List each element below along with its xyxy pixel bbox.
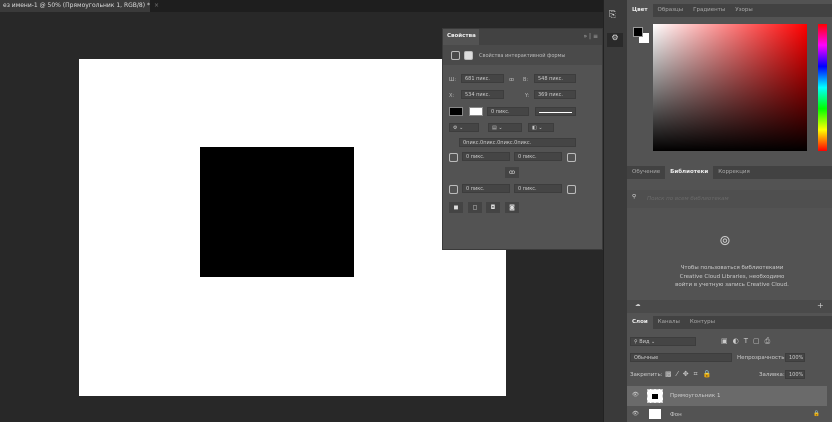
subtract-shapes-button[interactable]: ◻ xyxy=(468,202,482,213)
fill-swatch[interactable] xyxy=(449,107,463,116)
corner-radii-field[interactable]: 0пикс.0пикс.0пикс.0пикс. xyxy=(459,138,576,147)
link-corners-button[interactable]: ꝏ xyxy=(505,167,519,178)
layer-name[interactable]: Прямоугольник 1 xyxy=(670,393,720,399)
lock-label: Закрепить: xyxy=(630,372,663,378)
tab-gradients[interactable]: Градиенты xyxy=(688,4,730,17)
stroke-style-select[interactable] xyxy=(535,107,576,116)
link-icon[interactable]: ꝏ xyxy=(509,77,514,83)
document-tab[interactable]: ез имени-1 @ 50% (Прямоугольник 1, RGB/8… xyxy=(0,0,159,12)
library-search[interactable]: ⚲ Поиск по всем библиотекам xyxy=(627,190,832,208)
filter-value: Вид xyxy=(639,339,650,345)
fill-field[interactable]: 100% xyxy=(785,370,805,379)
eye-icon[interactable]: 👁 xyxy=(632,392,639,398)
libraries-message: Чтобы пользоваться библиотеками Creative… xyxy=(675,265,789,288)
tab-learn[interactable]: Обучение xyxy=(627,166,665,179)
stroke-align-select[interactable]: ⚙ ⌄ xyxy=(449,123,479,132)
blend-mode-select[interactable]: Обычные xyxy=(630,353,732,362)
y-field[interactable]: 369 пикс. xyxy=(534,90,576,99)
unite-shapes-button[interactable]: ◼ xyxy=(449,202,463,213)
blend-value: Обычные xyxy=(634,355,659,361)
layer-name[interactable]: Фон xyxy=(670,412,682,418)
height-field[interactable]: 548 пикс. xyxy=(534,74,576,83)
tab-patterns[interactable]: Узоры xyxy=(730,4,757,17)
layer-row[interactable]: 👁 Прямоугольник 1 xyxy=(627,386,827,406)
tab-swatches[interactable]: Образцы xyxy=(653,4,689,17)
x-label: X: xyxy=(449,93,455,99)
document-tab-bar: ез имени-1 @ 50% (Прямоугольник 1, RGB/8… xyxy=(0,0,603,12)
filter-icons[interactable]: ▣◐T▢⎙ xyxy=(721,337,775,346)
tab-layers[interactable]: Слои xyxy=(627,316,653,329)
foreground-color-swatch[interactable] xyxy=(633,27,643,37)
panel-subtitle: Свойства интерактивной формы xyxy=(479,53,566,59)
stroke-cap-select[interactable]: ▤ ⌄ xyxy=(488,123,522,132)
stroke-width-field[interactable]: 0 пикс. xyxy=(487,107,529,116)
corner-br-field[interactable]: 0 пикс. xyxy=(514,184,562,193)
properties-tab[interactable]: Свойства xyxy=(443,29,479,45)
corner-tr-field[interactable]: 0 пикс. xyxy=(514,152,562,161)
layer-row[interactable]: 👁 Фон 🔒 xyxy=(627,406,827,422)
search-icon: ⚲ xyxy=(632,194,637,200)
lock-icons[interactable]: ▩⁄✥⌗🔒 xyxy=(665,370,716,379)
height-label: В: xyxy=(523,77,529,83)
corner-bl-field[interactable]: 0 пикс. xyxy=(462,184,510,193)
tab-channels[interactable]: Каналы xyxy=(653,316,685,329)
corner-tr-icon xyxy=(567,153,576,162)
layer-thumbnail xyxy=(649,409,661,419)
creative-cloud-icon: ⊚ xyxy=(719,233,731,249)
close-icon[interactable]: × xyxy=(154,2,159,9)
history-icon[interactable]: ⎘ xyxy=(609,10,616,20)
eye-icon[interactable]: 👁 xyxy=(632,411,639,417)
right-panels: Цвет Образцы Градиенты Узоры Обучение Би… xyxy=(627,0,832,422)
width-label: Ш: xyxy=(449,77,457,83)
add-icon[interactable]: + xyxy=(817,301,824,310)
stroke-swatch[interactable] xyxy=(469,107,483,116)
fill-label: Заливка: xyxy=(759,372,785,378)
cloud-icon[interactable]: ☁ xyxy=(635,302,641,308)
rectangle-shape[interactable] xyxy=(200,147,354,277)
search-placeholder: Поиск по всем библиотекам xyxy=(647,196,729,202)
exclude-shapes-button[interactable]: ◙ xyxy=(505,202,519,213)
intersect-shapes-button[interactable]: ◘ xyxy=(486,202,500,213)
opacity-label: Непрозрачность: xyxy=(737,355,787,361)
layers-panel-tabs: Слои Каналы Контуры xyxy=(627,316,832,329)
tab-color[interactable]: Цвет xyxy=(627,4,653,17)
properties-panel: Свойства » | ≡ Свойства интерактивной фор… xyxy=(442,28,603,250)
tab-paths[interactable]: Контуры xyxy=(685,316,720,329)
corner-tl-icon xyxy=(449,153,458,162)
collapsed-panels-strip: ⎘ ⚙ xyxy=(603,0,627,422)
color-panel-tabs: Цвет Образцы Градиенты Узоры xyxy=(627,4,832,17)
document-title: ез имени-1 @ 50% (Прямоугольник 1, RGB/8… xyxy=(3,2,150,9)
transform-icon[interactable] xyxy=(451,51,460,60)
tab-adjustments[interactable]: Коррекция xyxy=(713,166,755,179)
tab-libraries[interactable]: Библиотеки xyxy=(665,166,714,179)
layer-thumbnail xyxy=(647,389,663,403)
stroke-join-select[interactable]: ◧ ⌄ xyxy=(528,123,554,132)
lock-icon: 🔒 xyxy=(813,411,820,417)
corner-bl-icon xyxy=(449,185,458,194)
hue-slider[interactable] xyxy=(818,24,827,151)
corner-tl-field[interactable]: 0 пикс. xyxy=(462,152,510,161)
mask-icon[interactable] xyxy=(464,51,473,60)
panel-menu-icon[interactable]: » | ≡ xyxy=(583,33,598,40)
layer-filter-select[interactable]: ⚲ Вид ⌄ xyxy=(630,337,696,346)
y-label: Y: xyxy=(525,93,530,99)
libraries-panel-tabs: Обучение Библиотеки Коррекция xyxy=(627,166,832,179)
opacity-field[interactable]: 100% xyxy=(785,353,805,362)
corner-br-icon xyxy=(567,185,576,194)
properties-icon[interactable]: ⚙ xyxy=(607,33,623,47)
width-field[interactable]: 681 пикс. xyxy=(461,74,504,83)
color-picker-field[interactable] xyxy=(653,24,807,151)
x-field[interactable]: 534 пикс. xyxy=(461,90,504,99)
